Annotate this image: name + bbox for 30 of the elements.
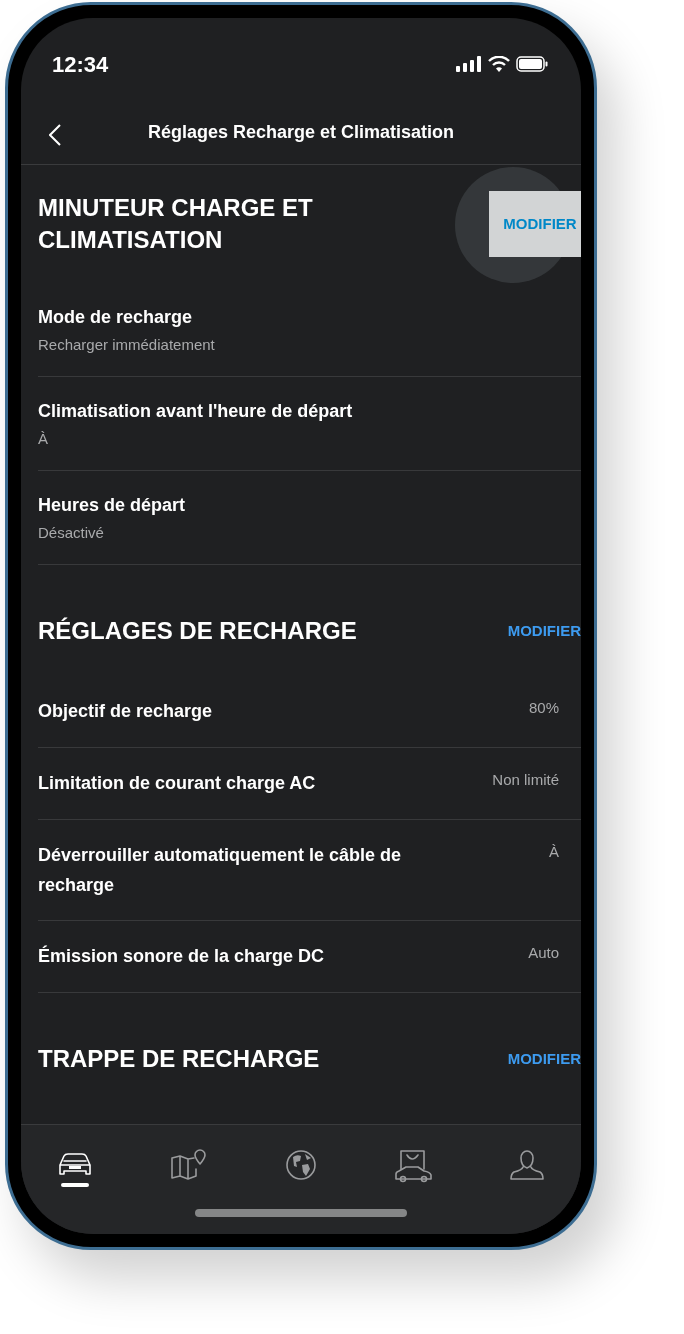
section-title: RÉGLAGES DE RECHARGE — [38, 616, 357, 646]
section-title: MINUTEUR CHARGE ET CLIMATISATION — [38, 193, 314, 255]
shop-car-icon — [394, 1149, 434, 1183]
section-title: TRAPPE DE RECHARGE — [38, 1044, 320, 1074]
setting-label: Climatisation avant l'heure de départ — [38, 399, 354, 423]
setting-label: Heures de départ — [38, 493, 187, 517]
signal-icon — [456, 56, 482, 72]
battery-icon — [516, 56, 548, 72]
wifi-icon — [488, 56, 510, 72]
setting-label: Mode de recharge — [38, 305, 194, 329]
setting-label: Déverrouiller automatiquement le câble de recharge — [38, 844, 403, 897]
setting-label: Émission sonore de la charge DC — [38, 944, 325, 968]
map-pin-icon — [169, 1149, 207, 1181]
screen-title: Réglages Recharge et Climatisation — [147, 120, 455, 144]
setting-value: À — [38, 428, 49, 449]
setting-value: Recharger immédiatement — [38, 334, 216, 355]
back-icon — [49, 124, 61, 146]
profile-icon — [509, 1149, 545, 1181]
setting-label: Objectif de recharge — [38, 700, 213, 723]
setting-value: À — [549, 842, 559, 862]
setting-label: Limitation de courant charge AC — [38, 772, 316, 795]
globe-icon — [285, 1149, 317, 1181]
modify-button[interactable]: MODIFIER — [507, 1026, 581, 1092]
tab-indicator — [61, 1183, 89, 1187]
setting-value: Désactivé — [38, 522, 105, 543]
modify-button[interactable]: MODIFIER — [507, 598, 581, 664]
setting-value: 80% — [528, 698, 559, 718]
status-time: 12:34 — [52, 50, 109, 79]
setting-value: Non limité — [492, 770, 559, 790]
setting-value: Auto — [528, 943, 559, 963]
